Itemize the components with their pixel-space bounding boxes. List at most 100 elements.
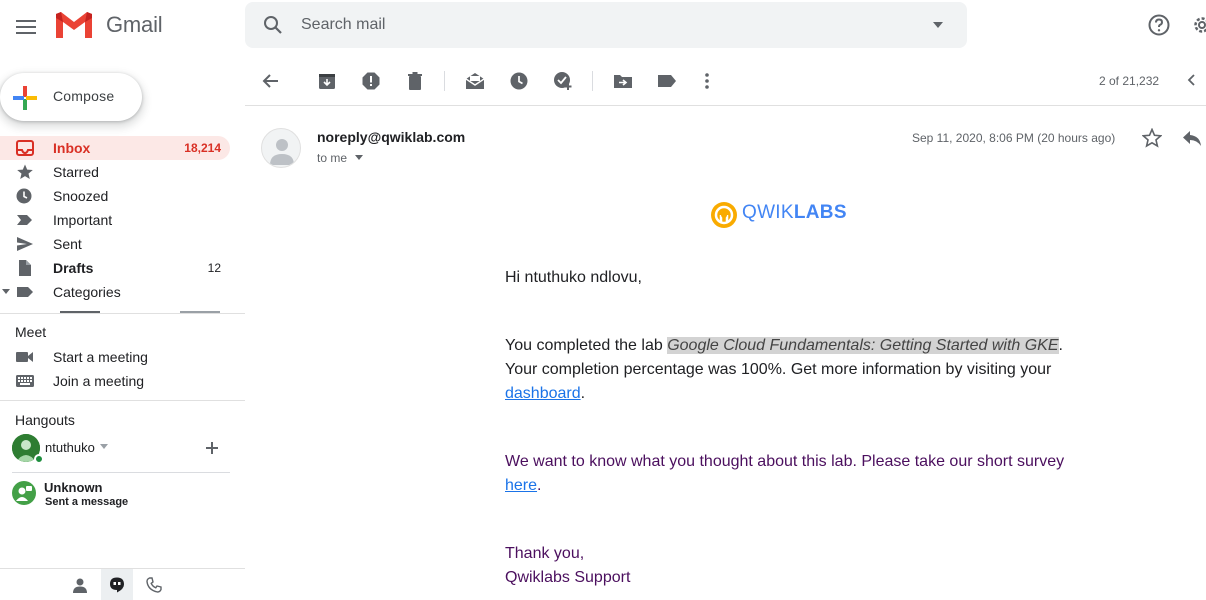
star-outline-icon[interactable] <box>1142 128 1162 148</box>
keyboard-icon <box>16 374 34 388</box>
thanks-line: Thank you, <box>505 545 584 562</box>
compose-button[interactable]: Compose <box>0 73 142 121</box>
status-caret-icon[interactable] <box>100 444 108 450</box>
recipient-summary: to me <box>317 151 347 165</box>
completion-paragraph: You completed the lab Google Cloud Funda… <box>505 334 1065 406</box>
reply-arrow-icon[interactable] <box>1182 128 1202 148</box>
section-divider <box>0 313 245 314</box>
send-icon <box>16 236 34 252</box>
move-to-folder-icon[interactable] <box>613 71 633 91</box>
qwiklabs-wordmark: QWIKLABS <box>742 202 847 224</box>
video-camera-icon <box>16 350 34 364</box>
labels-icon[interactable] <box>657 71 677 91</box>
add-plus-icon[interactable] <box>205 441 219 455</box>
hangouts-divider <box>12 472 230 473</box>
sidebar-item-starred[interactable]: Starred <box>0 160 230 184</box>
compose-plus-icon <box>12 85 38 111</box>
join-meeting-item[interactable]: Join a meeting <box>0 369 230 393</box>
hangouts-bottom-bar <box>0 568 245 599</box>
left-sidebar: Compose Inbox 18,214 Starred Snoozed Imp… <box>0 56 245 599</box>
label-icon <box>16 284 34 300</box>
message-view: 2 of 21,232 noreply@qwiklab.com to me Se… <box>245 56 1206 599</box>
sidebar-item-snoozed[interactable]: Snoozed <box>0 184 230 208</box>
gmail-logo-icon[interactable] <box>54 10 94 40</box>
message-date: Sep 11, 2020, 8:06 PM (20 hours ago) <box>912 131 1115 145</box>
delete-trash-icon[interactable] <box>405 71 425 91</box>
survey-link[interactable]: here <box>505 477 537 494</box>
sidebar-item-important[interactable]: Important <box>0 208 230 232</box>
contact-avatar[interactable] <box>12 481 36 505</box>
period: . <box>537 477 541 494</box>
hangouts-user-name[interactable]: ntuthuko <box>45 440 95 455</box>
message-toolbar: 2 of 21,232 <box>245 56 1206 106</box>
star-icon <box>16 164 34 180</box>
sidebar-item-label: Inbox <box>53 140 90 156</box>
qwiklabs-logo-icon <box>710 201 738 229</box>
sidebar-item-sent[interactable]: Sent <box>0 232 230 256</box>
sidebar-item-categories[interactable]: Categories <box>0 280 230 304</box>
back-arrow-icon[interactable] <box>261 71 281 91</box>
hangouts-quote-icon <box>109 577 125 593</box>
qwiklabs-logo[interactable]: QWIKLABS <box>710 198 855 228</box>
meet-item-label: Join a meeting <box>53 373 144 389</box>
toolbar-divider <box>444 71 445 91</box>
signoff: Thank you, Qwiklabs Support <box>505 542 1065 590</box>
sidebar-item-label: Starred <box>53 164 99 180</box>
clock-icon <box>16 188 34 204</box>
phone-icon[interactable] <box>146 577 162 593</box>
completed-prefix: You completed the lab <box>505 337 667 354</box>
sidebar-item-drafts[interactable]: Drafts 12 <box>0 256 230 280</box>
logo-text-bold: LABS <box>794 202 847 223</box>
online-status-dot <box>34 454 44 464</box>
top-bar: Gmail <box>0 0 1206 56</box>
draft-file-icon <box>16 260 34 276</box>
more-options-icon[interactable] <box>697 71 717 91</box>
survey-prefix: We want to know what you thought about t… <box>505 453 1064 470</box>
period: . <box>581 385 585 402</box>
sidebar-item-label: Snoozed <box>53 188 108 204</box>
unread-count: 18,214 <box>184 141 221 155</box>
contact-name[interactable]: Unknown <box>44 480 103 495</box>
pagination-count: 2 of 21,232 <box>1099 74 1159 88</box>
sidebar-item-label: Sent <box>53 236 82 252</box>
hangouts-tab[interactable] <box>101 569 133 600</box>
greeting: Hi ntuthuko ndlovu, <box>505 266 1065 290</box>
start-meeting-item[interactable]: Start a meeting <box>0 345 230 369</box>
add-to-tasks-icon[interactable] <box>553 71 573 91</box>
logo-text-light: QWIK <box>742 202 794 223</box>
mark-unread-icon[interactable] <box>465 71 485 91</box>
sidebar-item-label: Important <box>53 212 112 228</box>
contact-status: Sent a message <box>45 496 128 508</box>
search-options-caret-icon[interactable] <box>931 18 945 32</box>
survey-paragraph: We want to know what you thought about t… <box>505 450 1065 498</box>
sender-avatar[interactable] <box>261 128 301 168</box>
person-icon[interactable] <box>72 577 88 593</box>
report-spam-icon[interactable] <box>361 71 381 91</box>
drafts-count: 12 <box>208 261 221 275</box>
help-icon[interactable] <box>1147 13 1171 37</box>
main-menu-icon[interactable] <box>12 13 40 41</box>
older-chevron-icon[interactable] <box>1185 73 1199 87</box>
hangouts-section-title: Hangouts <box>15 412 75 428</box>
search-icon[interactable] <box>263 15 283 35</box>
meet-item-label: Start a meeting <box>53 349 148 365</box>
expand-caret-icon[interactable] <box>2 289 10 295</box>
show-details-caret-icon[interactable] <box>355 155 363 161</box>
search-input[interactable] <box>301 14 901 36</box>
meet-section-title: Meet <box>15 324 46 340</box>
archive-icon[interactable] <box>317 71 337 91</box>
toolbar-divider <box>592 71 593 91</box>
sidebar-item-inbox[interactable]: Inbox 18,214 <box>0 136 230 160</box>
sidebar-item-label: Drafts <box>53 260 93 276</box>
snooze-clock-icon[interactable] <box>509 71 529 91</box>
search-bar[interactable] <box>245 2 967 48</box>
signature-line: Qwiklabs Support <box>505 569 630 586</box>
sender-email[interactable]: noreply@qwiklab.com <box>317 129 465 145</box>
section-divider <box>0 400 245 401</box>
settings-gear-icon[interactable] <box>1190 13 1206 37</box>
important-marker-icon <box>16 212 34 228</box>
dashboard-link[interactable]: dashboard <box>505 385 581 402</box>
inbox-icon <box>16 140 34 156</box>
lab-name: Google Cloud Fundamentals: Getting Start… <box>667 337 1058 354</box>
sidebar-item-label: Categories <box>53 284 121 300</box>
